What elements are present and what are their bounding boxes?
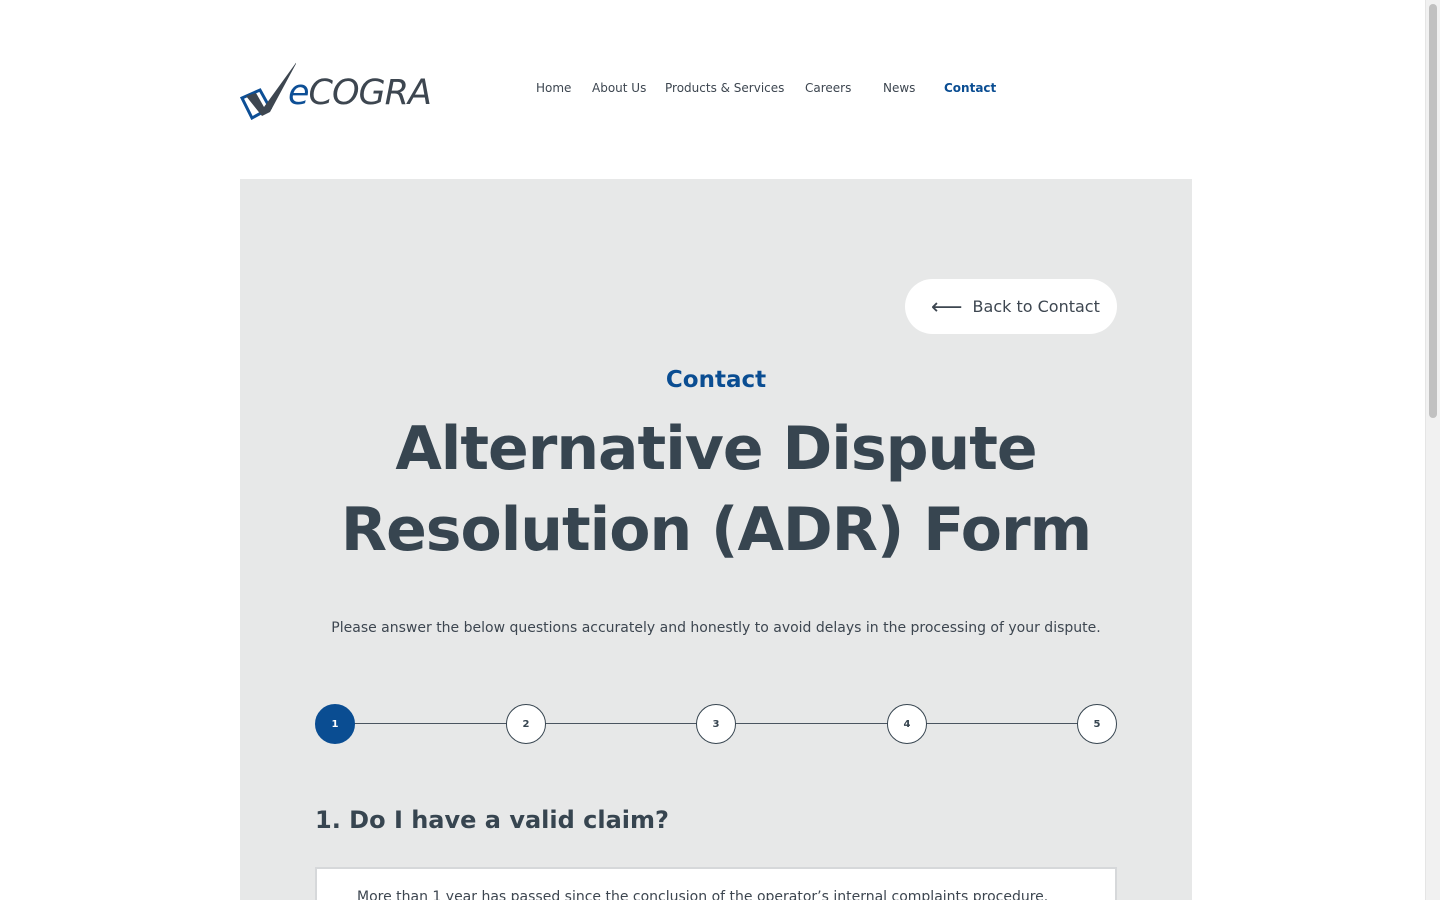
step-5[interactable]: 5: [1077, 704, 1117, 744]
adr-form-panel: ⟵ Back to Contact Contact Alternative Di…: [240, 179, 1192, 900]
step-2[interactable]: 2: [506, 704, 546, 744]
logo-wordmark-main: COGRA: [308, 73, 432, 113]
nav-item-news[interactable]: News: [883, 81, 944, 95]
nav-item-about-us[interactable]: About Us: [592, 81, 665, 95]
nav-item-home[interactable]: Home: [536, 81, 592, 95]
logo[interactable]: eCOGRA: [240, 60, 444, 120]
page-title: Alternative Dispute Resolution (ADR) For…: [340, 414, 1092, 565]
nav-item-products-services[interactable]: Products & Services: [665, 81, 805, 95]
arrow-left-icon: ⟵: [931, 294, 963, 320]
form-stepper: 1 2 3 4 5: [315, 704, 1117, 744]
scrollbar-thumb[interactable]: [1429, 4, 1437, 418]
step-4[interactable]: 4: [887, 704, 927, 744]
nav-item-careers[interactable]: Careers: [805, 81, 883, 95]
scrollbar[interactable]: [1425, 0, 1440, 900]
answer-option-label: More than 1 year has passed since the co…: [357, 889, 1049, 900]
step-1[interactable]: 1: [315, 704, 355, 744]
nav-item-contact[interactable]: Contact: [944, 81, 996, 95]
back-to-contact-label: Back to Contact: [972, 297, 1100, 316]
logo-wordmark: eCOGRA: [288, 73, 432, 113]
main-nav: Home About Us Products & Services Career…: [536, 81, 996, 95]
question-heading: 1. Do I have a valid claim?: [315, 806, 669, 834]
eyebrow-label: Contact: [665, 367, 767, 393]
step-3[interactable]: 3: [696, 704, 736, 744]
logo-wordmark-prefix: e: [288, 73, 310, 113]
intro-text: Please answer the below questions accura…: [331, 620, 1101, 636]
back-to-contact-button[interactable]: ⟵ Back to Contact: [905, 279, 1117, 334]
answer-option[interactable]: More than 1 year has passed since the co…: [315, 867, 1117, 900]
